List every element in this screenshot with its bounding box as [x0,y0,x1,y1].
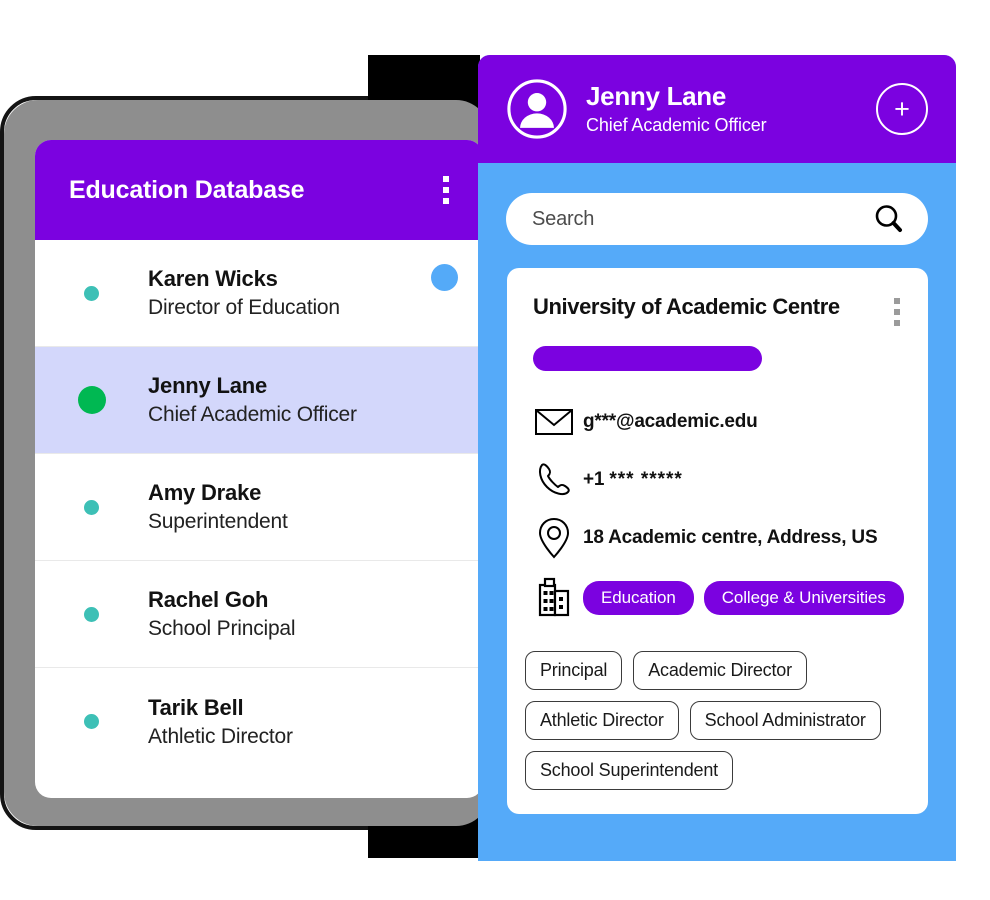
list-item-text: Rachel Goh School Principal [148,587,483,641]
address-value: 18 Academic centre, Address, US [583,527,878,548]
education-database-panel: Education Database Karen Wicks Director … [35,140,483,798]
person-role: Athletic Director [148,724,293,748]
redacted-bar [533,346,762,371]
search-icon[interactable] [872,202,906,236]
add-button[interactable]: + [876,83,928,135]
building-icon [525,577,583,619]
person-role: Director of Education [148,296,340,319]
person-role: School Principal [148,617,296,640]
phone-masked: *** ***** [609,469,683,490]
phone-value: +1 *** ***** [583,469,683,491]
detail-card-header: University of Academic Centre [507,294,928,330]
person-name: Rachel Goh [148,587,269,612]
contact-role: Chief Academic Officer [586,114,767,135]
people-list: Karen Wicks Director of Education Jenny … [35,240,483,775]
status-dot-cell [35,285,148,301]
role-chip[interactable]: Athletic Director [525,701,679,740]
status-dot-icon [84,499,99,515]
screenshot-stage: Education Database Karen Wicks Director … [0,0,990,900]
list-item[interactable]: Amy Drake Superintendent [35,454,483,561]
role-chip[interactable]: Principal [525,651,623,690]
email-value: g***@academic.edu [583,411,758,432]
role-chip[interactable]: Academic Director [633,651,807,690]
phone-icon [525,461,583,499]
kebab-dot [894,298,900,304]
kebab-dot [443,176,449,182]
organization-name: University of Academic Centre [533,294,840,319]
list-item[interactable]: Jenny Lane Chief Academic Officer [35,347,483,454]
person-name: Karen Wicks [148,266,278,291]
contact-detail-panel: Jenny Lane Chief Academic Officer + Sear… [478,55,956,861]
search-input[interactable]: Search [532,208,872,231]
tag-chip[interactable]: College & Universities [703,581,904,615]
status-dot-icon [77,386,106,414]
category-row: Education College & Universities [507,567,928,629]
status-dot-icon [84,714,99,729]
status-dot-cell [35,499,148,515]
role-chip[interactable]: School Superintendent [525,751,733,790]
kebab-dot [443,198,449,204]
left-panel-header: Education Database [35,140,483,240]
role-chip[interactable]: School Administrator [689,701,881,740]
list-item[interactable]: Tarik Bell Athletic Director [35,668,483,775]
email-row[interactable]: g***@academic.edu [507,393,928,451]
kebab-menu-icon[interactable] [435,172,457,208]
header-text: Jenny Lane Chief Academic Officer [586,81,876,136]
status-dot-cell [35,714,148,729]
envelope-icon [525,407,583,437]
user-avatar-icon [507,79,567,139]
kebab-menu-icon[interactable] [886,294,908,330]
person-name: Amy Drake [148,480,262,505]
status-dot-icon [84,606,99,622]
list-item-text: Amy Drake Superintendent [148,480,483,534]
search-container: Search [478,163,956,245]
status-dot-icon [84,285,99,301]
kebab-dot [443,187,449,193]
tag-chip[interactable]: Education [583,581,694,615]
person-name: Tarik Bell [148,694,244,720]
right-panel-header: Jenny Lane Chief Academic Officer + [478,55,956,163]
person-name: Jenny Lane [148,373,268,398]
location-pin-icon [525,517,583,559]
contact-info-list: g***@academic.edu +1 *** ***** 18 Academ… [507,393,928,629]
list-item-text: Jenny Lane Chief Academic Officer [148,373,483,427]
category-tags: Education College & Universities [583,581,904,615]
page-title: Education Database [69,175,305,204]
list-item[interactable]: Rachel Goh School Principal [35,561,483,668]
list-item-text: Karen Wicks Director of Education [148,266,483,320]
search-bar[interactable]: Search [506,193,928,245]
phone-row[interactable]: +1 *** ***** [507,451,928,509]
phone-prefix: +1 [583,469,605,490]
person-role: Superintendent [148,510,288,533]
kebab-dot [894,309,900,315]
address-row[interactable]: 18 Academic centre, Address, US [507,509,928,567]
list-item[interactable]: Karen Wicks Director of Education [35,240,483,347]
status-dot-cell [35,386,148,414]
organization-detail-card: University of Academic Centre g***@acade… [507,268,928,814]
contact-name: Jenny Lane [586,81,727,112]
list-item-text: Tarik Bell Athletic Director [148,695,483,749]
role-chip-list: Principal Academic Director Athletic Dir… [507,629,928,790]
status-dot-cell [35,606,148,622]
person-role: Chief Academic Officer [148,403,357,426]
kebab-dot [894,320,900,326]
